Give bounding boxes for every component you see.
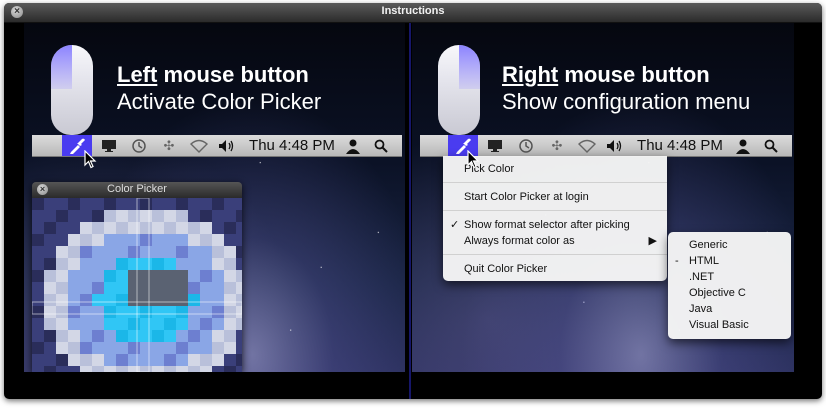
selected-mark-icon: - xyxy=(675,255,679,267)
mouse-left-click-icon xyxy=(51,45,93,135)
display-icon[interactable] xyxy=(484,135,506,156)
instructions-window: × Instructions Left mouse button Activat… xyxy=(4,3,822,399)
right-heading: Right mouse button Show configuration me… xyxy=(502,61,750,115)
mouse-cursor-icon xyxy=(467,150,480,169)
time-machine-icon[interactable] xyxy=(515,135,537,156)
menu-item-show-format-selector[interactable]: ✓ Show format selector after picking xyxy=(443,217,667,233)
format-option-visual-basic[interactable]: Visual Basic xyxy=(668,317,791,333)
menu-item-start-at-login[interactable]: Start Color Picker at login xyxy=(443,189,667,205)
menu-item-always-format[interactable]: Always format color as ▶ xyxy=(443,233,667,249)
format-option-objective-c[interactable]: Objective C xyxy=(668,285,791,301)
volume-icon[interactable] xyxy=(216,135,238,156)
left-heading-emph: Left xyxy=(117,62,158,87)
user-icon[interactable] xyxy=(342,135,364,156)
wifi-icon[interactable] xyxy=(576,135,598,156)
display-icon[interactable] xyxy=(98,135,120,156)
menu-item-quit[interactable]: Quit Color Picker xyxy=(443,261,667,277)
format-option-html[interactable]: - HTML xyxy=(668,253,791,269)
submenu-arrow-icon: ▶ xyxy=(648,235,657,247)
window-title: Instructions xyxy=(381,5,445,17)
right-panel: Right mouse button Show configuration me… xyxy=(412,23,794,372)
format-option-generic[interactable]: Generic xyxy=(668,237,791,253)
magnifier-grid[interactable] xyxy=(32,198,242,372)
color-picker-title: Color Picker xyxy=(107,183,167,195)
left-subheading: Activate Color Picker xyxy=(117,89,322,114)
user-icon[interactable] xyxy=(732,135,754,156)
panel-divider xyxy=(409,23,411,399)
bluetooth-icon[interactable]: ✣ xyxy=(158,135,180,156)
left-heading: Left mouse button Activate Color Picker xyxy=(117,61,321,115)
color-picker-title-bar: × Color Picker xyxy=(32,182,242,198)
right-heading-rest: mouse button xyxy=(558,62,710,87)
title-bar: × Instructions xyxy=(4,3,822,23)
spotlight-icon[interactable] xyxy=(370,135,392,156)
wifi-icon[interactable] xyxy=(188,135,210,156)
configuration-menu: Pick Color Start Color Picker at login ✓… xyxy=(443,156,667,281)
bluetooth-icon[interactable]: ✣ xyxy=(546,135,568,156)
mouse-cursor-icon xyxy=(84,150,97,169)
mouse-right-click-icon xyxy=(438,45,480,135)
right-heading-emph: Right xyxy=(502,62,559,87)
spotlight-icon[interactable] xyxy=(760,135,782,156)
format-submenu: Generic - HTML .NET Objective C Java Vis… xyxy=(668,232,791,339)
checkmark-icon: ✓ xyxy=(450,219,460,231)
menubar-clock[interactable]: Thu 4:48 PM xyxy=(632,135,728,156)
right-subheading: Show configuration menu xyxy=(502,89,751,114)
color-picker-window: × Color Picker xyxy=(32,182,242,372)
time-machine-icon[interactable] xyxy=(128,135,150,156)
format-option-dotnet[interactable]: .NET xyxy=(668,269,791,285)
volume-icon[interactable] xyxy=(604,135,626,156)
menubar-clock[interactable]: Thu 4:48 PM xyxy=(244,135,340,156)
left-heading-rest: mouse button xyxy=(157,62,309,87)
format-option-java[interactable]: Java xyxy=(668,301,791,317)
